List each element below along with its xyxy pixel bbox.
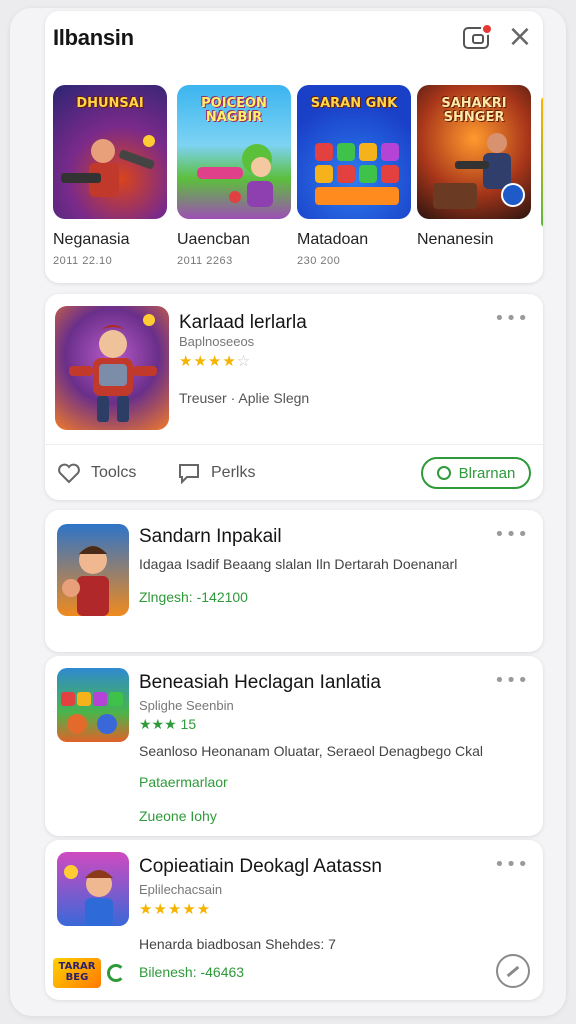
game-thumbnail: SARAN GNK: [297, 85, 411, 219]
app-icon: [55, 306, 169, 430]
star-rating: ★★★★☆: [179, 353, 252, 370]
more-options-icon[interactable]: •••: [494, 524, 529, 545]
app-title[interactable]: Karlaad lerlarla: [179, 312, 307, 334]
featured-app-card[interactable]: Karlaad lerlarla Baplnoseeos ★★★★☆ Treus…: [45, 294, 543, 500]
tile-meta: 230 200: [297, 255, 341, 267]
refresh-icon: [107, 964, 125, 982]
download-icon: [436, 466, 451, 480]
more-options-icon[interactable]: •••: [494, 308, 529, 329]
list-item-text: Beneasiah Heclagan Ianlatia Splighe Seen…: [139, 672, 513, 824]
tile-meta: 2011 2263: [177, 255, 233, 267]
tile-name: Nenanesin: [417, 231, 494, 248]
list-item-text: Sandarn Inpakail Idagaa Isadif Beaang sl…: [139, 526, 503, 605]
app-title[interactable]: Sandarn Inpakail: [139, 526, 503, 548]
action-label: Toolcs: [91, 464, 137, 481]
list-item[interactable]: Sandarn Inpakail Idagaa Isadif Beaang sl…: [45, 510, 543, 652]
perks-action[interactable]: Perlks: [177, 462, 255, 484]
tile-name: Neganasia: [53, 231, 130, 248]
comment-icon: [179, 464, 199, 484]
tools-action[interactable]: Toolcs: [57, 462, 136, 484]
app-developer: Eplilechacsain: [139, 882, 223, 897]
page-title: Ilbansin: [53, 25, 134, 50]
heart-icon: [58, 463, 80, 484]
rating-text: ★★★ 15: [139, 716, 197, 732]
game-thumbnail: POICEON NAGBIR: [177, 85, 291, 219]
app-title[interactable]: Beneasiah Heclagan Ianlatia: [139, 672, 513, 694]
app-info: Treuser · Aplie Slegn: [179, 390, 310, 406]
tile-name: Matadoan: [297, 231, 369, 248]
carousel-tile[interactable]: DHUNSAI Neganasia 2011 22.10: [53, 85, 167, 267]
list-item[interactable]: Copieatiain Deokagl Aatassn Eplilechacsa…: [45, 840, 543, 1000]
close-icon[interactable]: ×: [507, 22, 533, 52]
app-developer: Splighe Seenbin: [139, 698, 234, 713]
install-button-label: Blrarnan: [458, 464, 516, 482]
more-options-icon[interactable]: •••: [494, 854, 529, 875]
game-thumbnail: SAHAKRI SHNGER: [417, 85, 531, 219]
app-description: Seanloso Heonanam Oluatar, Seraeol Denag…: [139, 743, 484, 759]
app-icon: [57, 524, 129, 616]
app-description: Idagaa Isadif Beaang slalan Iln Dertarah…: [139, 556, 458, 572]
carousel-tile[interactable]: SAHAKRI SHNGER Nenanesin: [417, 85, 531, 255]
carousel-tile[interactable]: SARAN GNK Matadoan 230 200: [297, 85, 411, 267]
star-rating: ★★★★★: [139, 901, 212, 918]
app-category[interactable]: Pataermarlaor: [139, 774, 513, 790]
notification-badge: [481, 23, 493, 35]
action-label: Perlks: [211, 464, 256, 481]
install-button[interactable]: Blrarnan: [421, 457, 531, 489]
app-stat: Zlngesh: -142100: [139, 589, 248, 605]
app-title[interactable]: Copieatiain Deokagl Aatassn: [139, 856, 503, 878]
brand-logo: TARAR BEG: [53, 958, 101, 988]
game-thumbnail: DHUNSAI: [53, 85, 167, 219]
app-icon: [57, 852, 129, 926]
app-icon: [57, 668, 129, 742]
divider: [45, 444, 543, 445]
next-tile-peek[interactable]: [541, 97, 543, 227]
app-description: Henarda biadbosan Shehdes: 7: [139, 936, 336, 952]
app-stat: Bilenesh: -46463: [139, 964, 245, 980]
featured-carousel-card: Ilbansin × DHUNSAI Neganasia 2011 22.10 …: [45, 11, 543, 283]
more-options-icon[interactable]: •••: [494, 670, 529, 691]
compass-icon[interactable]: [496, 954, 530, 988]
app-stat: Zueone Iohy: [139, 808, 217, 824]
tile-meta: 2011 22.10: [53, 255, 113, 267]
tile-name: Uaencban: [177, 231, 250, 248]
list-item-text: Copieatiain Deokagl Aatassn Eplilechacsa…: [139, 856, 503, 955]
app-developer: Baplnoseeos: [179, 334, 255, 349]
carousel-tile[interactable]: POICEON NAGBIR Uaencban 2011 2263: [177, 85, 291, 267]
list-item[interactable]: Beneasiah Heclagan Ianlatia Splighe Seen…: [45, 656, 543, 836]
